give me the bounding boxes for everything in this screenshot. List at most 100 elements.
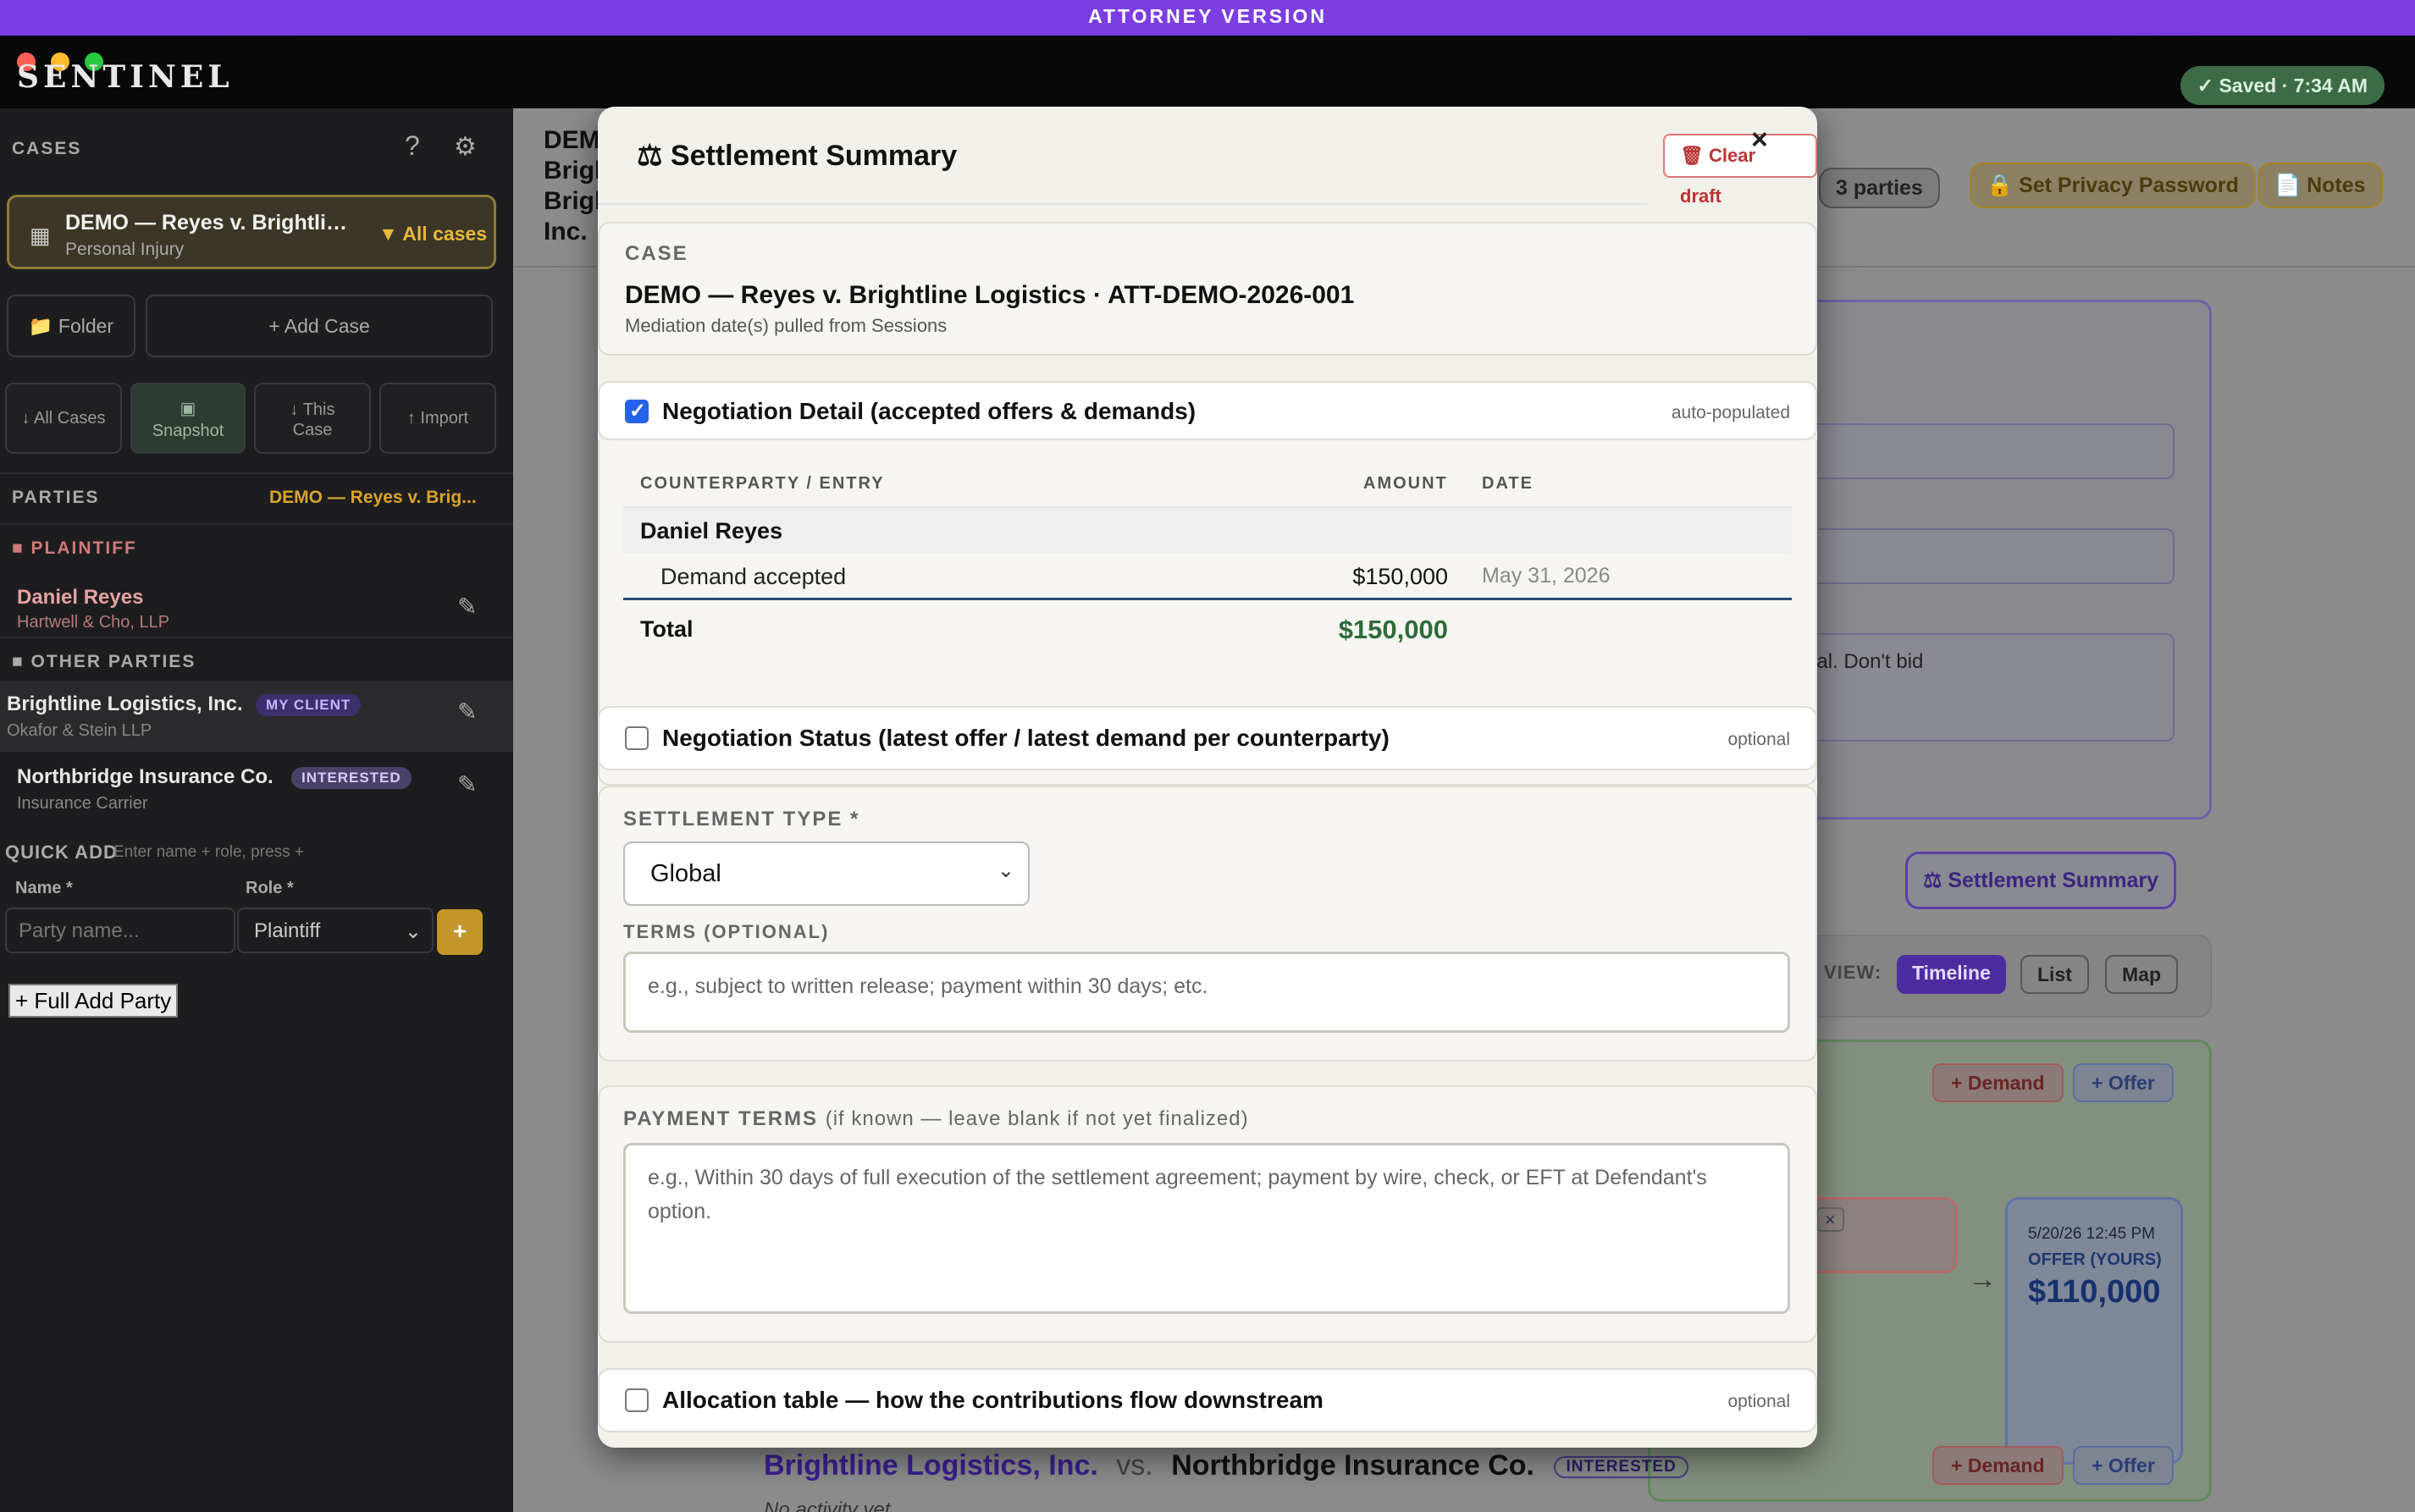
- clear-draft-button[interactable]: 🗑 Clear draft: [1663, 134, 1817, 207]
- allocation-row: Allocation table — how the contributions…: [598, 1368, 1817, 1432]
- case-note: Mediation date(s) pulled from Sessions: [625, 315, 948, 336]
- negotiation-status-checkbox[interactable]: [625, 726, 649, 750]
- parties-header: PARTIES: [12, 488, 100, 507]
- payment-terms-title: PAYMENT TERMS: [623, 1107, 819, 1130]
- offer-kind: OFFER (YOURS): [2028, 1250, 2162, 1269]
- col-header-counterparty: COUNTERPARTY / ENTRY: [640, 474, 885, 493]
- name-field-label: Name *: [15, 879, 73, 897]
- party-row-northbridge[interactable]: Northbridge Insurance Co. INTERESTED Ins…: [0, 753, 513, 825]
- other-parties-label-text: OTHER PARTIES: [30, 652, 196, 671]
- plaintiff-label-text: PLAINTIFF: [30, 538, 137, 558]
- briefcase-icon: ▦: [30, 223, 51, 248]
- current-case-card[interactable]: ▦ DEMO — Reyes v. Brightlin... Personal …: [7, 195, 496, 269]
- offer-timestamp: 5/20/26 12:45 PM: [2028, 1225, 2155, 1243]
- save-icon: ▣: [180, 400, 196, 418]
- role-select[interactable]: Plaintiff ⌄: [237, 908, 434, 953]
- version-banner: ATTORNEY VERSION: [0, 0, 2415, 36]
- total-amount: $150,000: [1338, 615, 1448, 644]
- folder-button[interactable]: 📁 Folder: [7, 295, 135, 357]
- full-add-party-button[interactable]: + Full Add Party: [8, 984, 179, 1018]
- case-name: DEMO — Reyes v. Brightlin...: [65, 211, 353, 235]
- allocation-checkbox[interactable]: [625, 1388, 649, 1412]
- app-header: [0, 36, 2415, 108]
- col-header-amount: AMOUNT: [1363, 474, 1448, 493]
- edit-pencil-icon[interactable]: ✎: [457, 698, 477, 726]
- negotiation-status-label: Negotiation Status (latest offer / lates…: [662, 725, 1390, 751]
- view-map-tab[interactable]: Map: [2105, 955, 2178, 994]
- matchup-row: Brightline Logistics, Inc. vs. Northbrid…: [764, 1449, 1688, 1482]
- gear-icon[interactable]: ⚙: [454, 132, 477, 162]
- party-name: Brightline Logistics, Inc.: [7, 693, 243, 715]
- party-row-brightline[interactable]: Brightline Logistics, Inc. MY CLIENT Oka…: [0, 681, 513, 752]
- edit-pencil-icon[interactable]: ✎: [457, 593, 477, 621]
- parties-count-chip[interactable]: 3 parties: [1819, 168, 1940, 208]
- negotiation-status-row: Negotiation Status (latest offer / lates…: [598, 706, 1817, 770]
- counterparty-row: [623, 508, 1792, 554]
- add-offer-button[interactable]: + Offer: [2073, 1446, 2174, 1485]
- no-activity-text: No activity yet: [764, 1498, 891, 1512]
- import-button[interactable]: ↑ Import: [379, 383, 496, 454]
- help-icon[interactable]: ?: [405, 130, 420, 162]
- terms-textarea[interactable]: e.g., subject to written release; paymen…: [623, 952, 1790, 1033]
- entry-label: Demand accepted: [660, 564, 847, 589]
- cases-header: CASES: [12, 139, 82, 158]
- total-divider: [623, 598, 1792, 600]
- add-demand-button[interactable]: + Demand: [1932, 1446, 2064, 1485]
- party-name-input[interactable]: Party name...: [5, 908, 235, 953]
- party-firm: Okafor & Stein LLP: [7, 721, 152, 740]
- payment-terms-textarea[interactable]: e.g., Within 30 days of full execution o…: [623, 1143, 1790, 1314]
- sidebar: CASES ? ⚙ ▦ DEMO — Reyes v. Brightlin...…: [0, 108, 513, 1512]
- export-all-cases-button[interactable]: ↓ All Cases: [5, 383, 122, 454]
- negotiation-detail-label: Negotiation Detail (accepted offers & de…: [662, 398, 1196, 424]
- party-firm: Hartwell & Cho, LLP: [17, 613, 170, 632]
- settlement-type-select[interactable]: Global ⌄: [623, 842, 1030, 906]
- snapshot-label: Snapshot: [152, 422, 224, 440]
- divider: [0, 637, 513, 638]
- divider: [0, 472, 513, 474]
- party-row-plaintiff[interactable]: Daniel Reyes Hartwell & Cho, LLP ✎: [0, 576, 513, 660]
- plaintiff-section-label: ■ PLAINTIFF: [12, 538, 137, 558]
- delete-icon[interactable]: ×: [1815, 1207, 1844, 1232]
- export-this-case-button[interactable]: ↓ This Case: [254, 383, 371, 454]
- settlement-summary-modal: ⚖ Settlement Summary 🗑 Clear draft × CAS…: [598, 107, 1817, 1448]
- set-privacy-password-button[interactable]: 🔒 Set Privacy Password: [1970, 163, 2256, 208]
- close-icon[interactable]: ×: [1751, 124, 1768, 157]
- add-case-button[interactable]: + Add Case: [146, 295, 493, 357]
- offer-amount: $110,000: [2028, 1274, 2161, 1310]
- view-list-tab[interactable]: List: [2020, 955, 2089, 994]
- party-name: Northbridge Insurance Co.: [17, 765, 274, 788]
- snapshot-button[interactable]: ▣ Snapshot: [130, 383, 246, 454]
- terms-label: TERMS (OPTIONAL): [623, 921, 830, 942]
- chevron-down-icon: ⌄: [997, 859, 1014, 882]
- total-label: Total: [640, 616, 694, 642]
- offer-card[interactable]: 5/20/26 12:45 PM OFFER (YOURS) $110,000: [2005, 1197, 2183, 1465]
- payment-terms-label: PAYMENT TERMS (if known — leave blank if…: [623, 1107, 1249, 1131]
- negotiation-detail-header: Negotiation Detail (accepted offers & de…: [598, 381, 1817, 440]
- chevron-down-icon: ⌄: [404, 920, 422, 943]
- notes-button[interactable]: 📄 Notes: [2258, 163, 2383, 208]
- entry-date: May 31, 2026: [1482, 564, 1611, 588]
- party-firm: Insurance Carrier: [17, 794, 148, 813]
- auto-populated-tag: auto-populated: [1671, 403, 1790, 422]
- role-select-value: Plaintiff: [254, 919, 321, 942]
- case-info-card: CASE DEMO — Reyes v. Brightline Logistic…: [598, 222, 1817, 356]
- parties-case-name: DEMO — Reyes v. Brig...: [269, 488, 477, 507]
- matchup-left-party[interactable]: Brightline Logistics, Inc.: [764, 1449, 1098, 1482]
- add-demand-button[interactable]: + Demand: [1932, 1063, 2064, 1102]
- divider: [0, 523, 513, 525]
- view-timeline-tab[interactable]: Timeline: [1897, 955, 2006, 994]
- negotiation-detail-checkbox[interactable]: [625, 399, 649, 423]
- payment-terms-hint: (if known — leave blank if not yet final…: [825, 1107, 1249, 1130]
- settlement-summary-button[interactable]: ⚖ Settlement Summary: [1905, 852, 2177, 909]
- settlement-type-value: Global: [650, 860, 721, 887]
- arrow-right-icon: →: [1968, 1263, 1997, 1295]
- vs-label: vs.: [1116, 1449, 1153, 1482]
- edit-pencil-icon[interactable]: ✎: [457, 770, 477, 798]
- interested-badge: INTERESTED: [1554, 1456, 1688, 1479]
- quick-add-plus-button[interactable]: +: [437, 909, 483, 955]
- other-parties-section-label: ■ OTHER PARTIES: [12, 652, 196, 671]
- matchup-right-party[interactable]: Northbridge Insurance Co.: [1171, 1449, 1534, 1482]
- modal-title: ⚖ Settlement Summary: [637, 140, 958, 172]
- all-cases-dropdown[interactable]: ▼ All cases: [379, 223, 487, 246]
- add-offer-button[interactable]: + Offer: [2073, 1063, 2174, 1102]
